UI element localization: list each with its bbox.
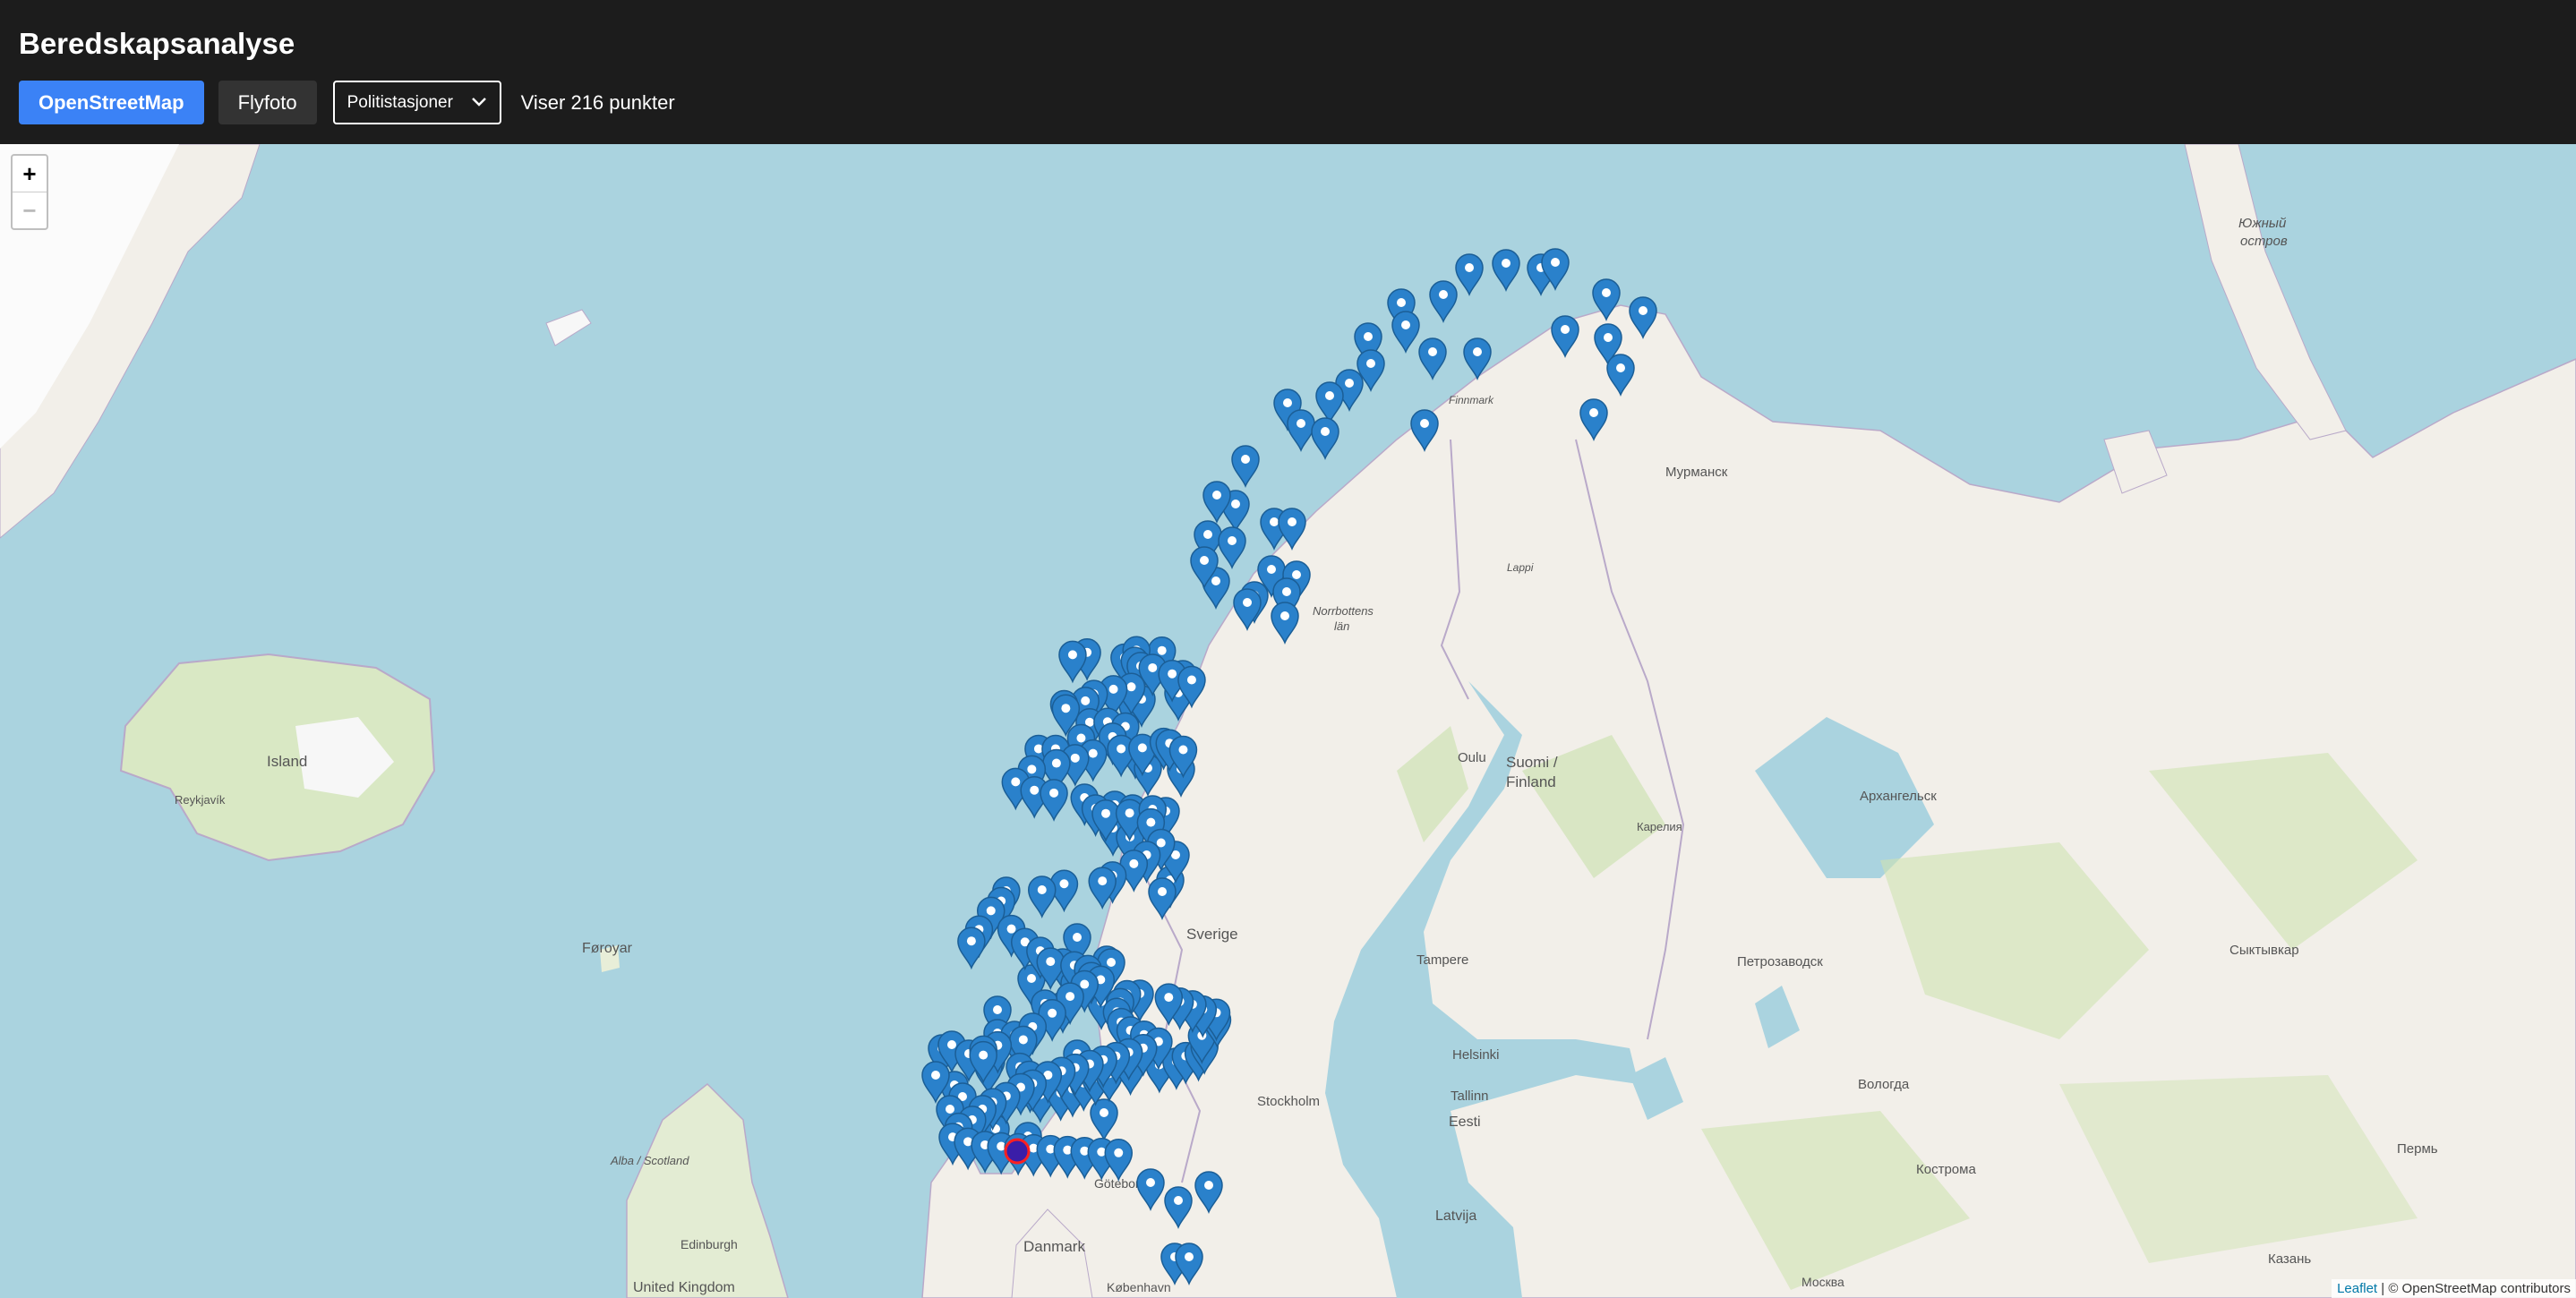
station-marker-icon[interactable] xyxy=(1391,311,1420,354)
station-marker-icon[interactable] xyxy=(1231,445,1260,489)
label-sverige: Sverige xyxy=(1186,926,1238,943)
label-kostroma: Кострома xyxy=(1916,1162,1976,1177)
label-suomi: Suomi / xyxy=(1506,754,1558,771)
label-kobenhavn: København xyxy=(1107,1280,1171,1294)
label-finland: Finland xyxy=(1506,773,1556,790)
station-marker-icon[interactable] xyxy=(1315,381,1344,425)
selected-location-marker[interactable] xyxy=(1004,1138,1031,1165)
station-marker-icon[interactable] xyxy=(1429,280,1458,324)
label-petrozavodsk: Петрозаводск xyxy=(1737,954,1823,969)
map-attribution: Leaflet | © OpenStreetMap contributors xyxy=(2332,1279,2576,1298)
label-norrbotten: Norrbottens xyxy=(1313,604,1374,618)
label-latvija: Latvija xyxy=(1435,1208,1476,1224)
label-karelia: Карелия xyxy=(1637,820,1682,833)
label-syktyvkar: Сыктывкар xyxy=(2229,943,2299,958)
label-danmark: Danmark xyxy=(1023,1238,1085,1255)
openstreetmap-button[interactable]: OpenStreetMap xyxy=(19,81,204,124)
chevron-down-icon xyxy=(471,93,487,113)
map-view[interactable]: Island Reykjavík Føroyar Alba / Scotland… xyxy=(0,144,2576,1298)
point-count: Viser 216 punkter xyxy=(520,90,675,114)
label-moskva: Москва xyxy=(1801,1275,1844,1289)
attribution-text: | © OpenStreetMap contributors xyxy=(2377,1281,2571,1296)
zoom-control: + − xyxy=(11,154,48,230)
aerial-photo-button[interactable]: Flyfoto xyxy=(218,81,317,124)
zoom-in-button[interactable]: + xyxy=(13,156,47,192)
label-oulu: Oulu xyxy=(1458,750,1486,765)
station-marker-icon[interactable] xyxy=(1418,337,1447,381)
label-yuzhny: Южный xyxy=(2238,216,2287,231)
leaflet-link[interactable]: Leaflet xyxy=(2337,1281,2377,1296)
label-edinburgh: Edinburgh xyxy=(680,1237,738,1251)
label-vologda: Вологда xyxy=(1858,1077,1910,1092)
station-marker-icon[interactable] xyxy=(1218,526,1246,570)
layer-select-value: Politistasjoner xyxy=(347,92,453,112)
label-tampere: Tampere xyxy=(1416,952,1468,968)
app-header: Beredskapsanalyse OpenStreetMap Flyfoto … xyxy=(0,0,2576,144)
app-title: Beredskapsanalyse xyxy=(19,27,295,60)
station-marker-icon[interactable] xyxy=(1287,409,1315,453)
layer-select[interactable]: Politistasjoner xyxy=(332,81,501,124)
station-marker-icon[interactable] xyxy=(1058,640,1087,684)
label-uk: United Kingdom xyxy=(633,1280,735,1295)
label-ostrov: остров xyxy=(2240,234,2288,249)
station-marker-icon[interactable] xyxy=(957,927,986,970)
label-reykjavik: Reykjavík xyxy=(175,793,226,807)
label-murmansk: Мурманск xyxy=(1665,465,1728,480)
label-lappi: Lappi xyxy=(1507,561,1534,574)
label-foroyar: Føroyar xyxy=(582,941,633,956)
station-marker-icon[interactable] xyxy=(1455,253,1484,297)
label-perm: Пермь xyxy=(2397,1141,2438,1157)
label-helsinki: Helsinki xyxy=(1452,1047,1500,1063)
map-basemap: Island Reykjavík Føroyar Alba / Scotland… xyxy=(0,144,2576,1298)
label-arkhangelsk: Архангельск xyxy=(1860,789,1937,804)
station-marker-icon[interactable] xyxy=(1027,875,1057,919)
toolbar: OpenStreetMap Flyfoto Politistasjoner Vi… xyxy=(19,81,675,124)
label-tallinn: Tallinn xyxy=(1451,1089,1489,1104)
zoom-out-button[interactable]: − xyxy=(13,192,47,228)
station-marker-icon[interactable] xyxy=(1311,417,1339,461)
label-island: Island xyxy=(267,753,307,770)
station-marker-icon[interactable] xyxy=(1492,249,1520,293)
label-eesti: Eesti xyxy=(1449,1114,1481,1130)
station-marker-icon[interactable] xyxy=(1040,779,1068,822)
label-finnmark: Finnmark xyxy=(1449,394,1494,406)
label-kazan: Казань xyxy=(2268,1251,2311,1267)
label-alba: Alba / Scotland xyxy=(610,1154,689,1167)
label-stockholm: Stockholm xyxy=(1257,1094,1320,1109)
label-lan: län xyxy=(1334,619,1349,633)
